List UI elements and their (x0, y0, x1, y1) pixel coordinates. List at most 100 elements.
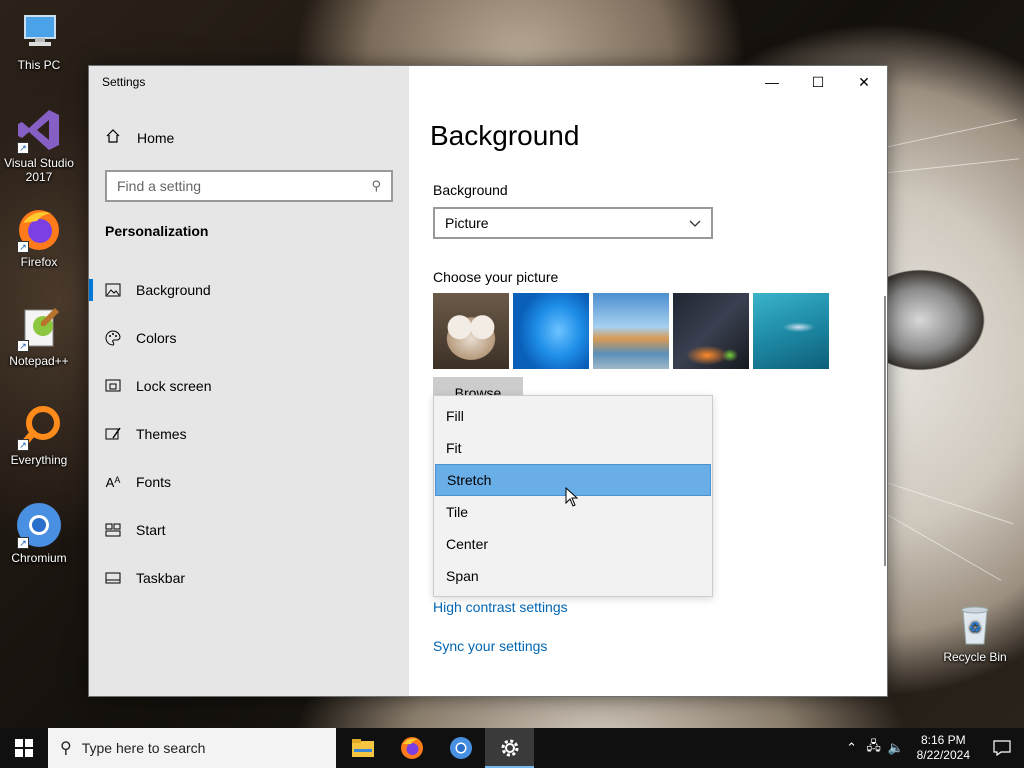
fit-option-fit[interactable]: Fit (435, 432, 711, 464)
clock-date: 8/22/2024 (916, 748, 970, 762)
window-title: Settings (102, 75, 146, 89)
notepadpp-icon: ↗ (15, 304, 63, 352)
mouse-cursor-icon (565, 486, 579, 512)
sidebar-item-label: Taskbar (136, 570, 186, 586)
desktop-icon-chromium[interactable]: ↗ Chromium (1, 501, 77, 565)
chromium-icon (449, 737, 472, 759)
picture-thumbnail-underwater[interactable] (753, 293, 829, 369)
sidebar-nav: Background Colors Lock screen Themes AA … (89, 266, 409, 602)
sidebar-item-home[interactable]: Home (105, 128, 174, 147)
picture-thumbnail-cat[interactable] (433, 293, 509, 369)
sidebar-item-start[interactable]: Start (89, 506, 409, 554)
sidebar-item-lock-screen[interactable]: Lock screen (89, 362, 409, 410)
page-title: Background (430, 120, 580, 151)
themes-icon (105, 426, 121, 442)
sidebar-item-label: Start (136, 522, 166, 538)
desktop-icon-recycle-bin[interactable]: ♻ Recycle Bin (937, 600, 1013, 664)
fit-option-span[interactable]: Span (435, 560, 711, 592)
window-caption-buttons: — ☐ ✕ (749, 66, 887, 98)
desktop-icon-visual-studio[interactable]: ↗ Visual Studio 2017 (1, 106, 77, 184)
background-type-value: Picture (445, 215, 489, 231)
sidebar-item-themes[interactable]: Themes (89, 410, 409, 458)
desktop-icon-everything[interactable]: ↗ Everything (1, 403, 77, 467)
network-icon[interactable]: 🖧 (863, 737, 885, 759)
system-tray: ⌃ 🖧 🔈 8:16 PM 8/22/2024 (841, 728, 1024, 768)
settings-window: Settings Home ⚲ Personalization Backgrou… (88, 65, 888, 697)
picture-thumbnails (433, 293, 829, 369)
taskbar-search-box[interactable]: ⚲ Type here to search (48, 728, 336, 768)
fonts-icon: AA (105, 474, 121, 490)
close-button[interactable]: ✕ (841, 66, 887, 98)
picture-thumbnail-beach[interactable] (593, 293, 669, 369)
desktop-icon-label: Chromium (11, 551, 67, 565)
sidebar-item-label: Themes (136, 426, 187, 442)
sidebar-item-background[interactable]: Background (89, 266, 409, 314)
scrollbar[interactable] (884, 296, 886, 566)
sidebar-item-label: Background (136, 282, 211, 298)
taskbar-file-explorer[interactable] (338, 728, 387, 768)
desktop-icon-firefox[interactable]: ↗ Firefox (1, 205, 77, 269)
visual-studio-icon: ↗ (15, 106, 63, 154)
fit-option-center[interactable]: Center (435, 528, 711, 560)
sync-settings-link[interactable]: Sync your settings (433, 638, 547, 654)
taskbar: ⚲ Type here to search ⌃ 🖧 🔈 8:16 PM 8/22… (0, 728, 1024, 768)
section-heading: Personalization (105, 223, 209, 239)
windows-logo-icon (15, 739, 33, 757)
picture-thumbnail-windows-blue[interactable] (513, 293, 589, 369)
maximize-button[interactable]: ☐ (795, 66, 841, 98)
clock-time: 8:16 PM (920, 733, 966, 747)
palette-icon (105, 330, 121, 346)
desktop-icon-label: Recycle Bin (943, 650, 1007, 664)
home-icon (105, 128, 121, 147)
sidebar-item-label: Home (137, 129, 175, 146)
minimize-button[interactable]: — (749, 66, 795, 98)
search-icon: ⚲ (60, 740, 72, 757)
chevron-up-icon[interactable]: ⌃ (841, 740, 863, 756)
start-icon (105, 523, 121, 537)
taskbar-icon (105, 572, 121, 584)
desktop-icon-label: Firefox (20, 255, 58, 269)
desktop-icon-label: Notepad++ (9, 354, 69, 368)
sidebar-item-colors[interactable]: Colors (89, 314, 409, 362)
sidebar-item-label: Colors (136, 330, 177, 346)
taskbar-search-placeholder: Type here to search (81, 740, 206, 756)
sidebar-item-fonts[interactable]: AA Fonts (89, 458, 409, 506)
desktop-icon-label: Visual Studio 2017 (4, 156, 74, 184)
firefox-icon (400, 737, 423, 759)
start-button[interactable] (0, 728, 48, 768)
taskbar-firefox[interactable] (387, 728, 436, 768)
sidebar-item-label: Fonts (136, 474, 172, 490)
chevron-down-icon (689, 215, 701, 231)
settings-search-box[interactable]: ⚲ (105, 170, 393, 202)
recycle-bin-icon: ♻ (951, 600, 999, 648)
picture-icon (105, 283, 121, 297)
svg-text:♻: ♻ (969, 619, 982, 635)
sidebar-item-taskbar[interactable]: Taskbar (89, 554, 409, 602)
lock-screen-icon (105, 379, 121, 393)
taskbar-settings[interactable] (485, 728, 534, 768)
desktop-icon-this-pc[interactable]: This PC (1, 8, 77, 72)
choose-picture-label: Choose your picture (433, 269, 559, 285)
notification-icon[interactable] (980, 740, 1024, 756)
background-type-select[interactable]: Picture (433, 207, 713, 239)
desktop-icon-label: Everything (10, 453, 68, 467)
high-contrast-settings-link[interactable]: High contrast settings (433, 599, 568, 615)
taskbar-chromium[interactable] (436, 728, 485, 768)
file-explorer-icon (351, 739, 374, 757)
search-icon: ⚲ (371, 178, 381, 193)
chromium-icon: ↗ (15, 501, 63, 549)
fit-option-fill[interactable]: Fill (435, 400, 711, 432)
picture-thumbnail-night-sky[interactable] (673, 293, 749, 369)
background-label: Background (433, 182, 508, 198)
settings-search-input[interactable] (117, 178, 372, 194)
clock[interactable]: 8:16 PM 8/22/2024 (907, 733, 980, 763)
firefox-icon: ↗ (15, 205, 63, 253)
computer-icon (15, 8, 63, 56)
settings-icon (501, 739, 518, 757)
sidebar-item-label: Lock screen (136, 378, 212, 394)
volume-icon[interactable]: 🔈 (885, 740, 907, 756)
desktop-icon-notepadpp[interactable]: ↗ Notepad++ (1, 304, 77, 368)
desktop-icon-label: This PC (17, 58, 61, 72)
sidebar: Settings Home ⚲ Personalization Backgrou… (89, 66, 409, 696)
everything-icon: ↗ (15, 403, 63, 451)
